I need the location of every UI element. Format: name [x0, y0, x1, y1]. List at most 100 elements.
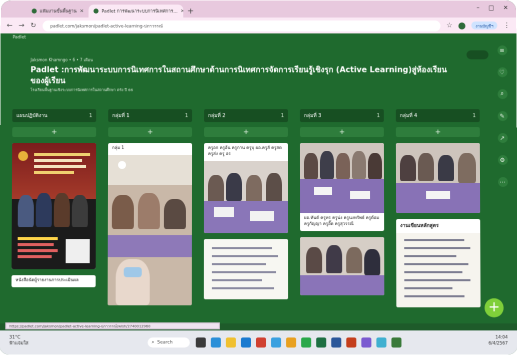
post-card[interactable] [396, 143, 480, 213]
browser-tab-strip: แฟ้มงานขั้นพื้นฐาน ✕ Padlet การพัฒนาระบบ… [1, 1, 516, 18]
post-card[interactable] [300, 237, 384, 295]
column-header[interactable]: กลุ่มที่ 2 1 [204, 109, 288, 122]
reload-icon[interactable]: ↻ [30, 21, 36, 29]
word-icon[interactable] [331, 337, 341, 347]
line-icon[interactable] [391, 337, 401, 347]
column-action-plan: แผนปฏิบัติงาน 1 + หนังสือนัดผู้รายงานการ… [11, 109, 96, 287]
office-icon[interactable] [256, 337, 266, 347]
post-photo [300, 143, 384, 213]
tab-close-icon[interactable]: ✕ [181, 8, 184, 14]
post-card[interactable]: หนังสือนัดผู้รายงานการประเมินผล [11, 275, 95, 287]
post-card[interactable] [204, 239, 288, 299]
add-post-fab[interactable]: + [485, 298, 504, 317]
post-card[interactable] [12, 143, 97, 269]
visitor-pill[interactable] [466, 50, 488, 59]
column-header[interactable]: แผนปฏิบัติงาน 1 [12, 109, 96, 122]
search-icon[interactable]: ⌕ [497, 89, 507, 99]
column-title: กลุ่มที่ 4 [400, 112, 417, 120]
add-post-button[interactable]: + [108, 127, 192, 137]
column-title: กลุ่มที่ 3 [304, 112, 321, 120]
more-icon[interactable]: ⋯ [498, 177, 508, 187]
add-post-button[interactable]: + [396, 127, 480, 137]
weather-widget[interactable]: 31°C ฟ้าแจ่มใส [9, 335, 28, 347]
column-title: กลุ่มที่ 1 [112, 112, 129, 120]
url-text: padlet.com/jaksmon/padlet-active-learnin… [50, 22, 163, 29]
bookmark-star-icon[interactable]: ☆ [446, 21, 452, 29]
gear-icon[interactable]: ⚙ [497, 155, 507, 165]
padlet-board: Padlet Jaksmon Khamngo • 6 • 7 เดือน Pad… [0, 33, 517, 323]
post-card[interactable]: กลุ่ม 1 [108, 143, 192, 305]
teams-icon[interactable] [361, 337, 371, 347]
taskbar-apps [196, 337, 402, 347]
column-post-count: 1 [377, 113, 380, 119]
add-post-button[interactable]: + [204, 127, 288, 137]
tab-close-icon[interactable]: ✕ [80, 8, 84, 14]
profile-pill[interactable]: งานบัญชีฯ [472, 21, 498, 29]
zoom-icon[interactable] [376, 337, 386, 347]
column-group-3: กลุ่มที่ 3 1 + ผอ.ทันต์ ครูทร ครูน่ง ครู… [300, 109, 384, 295]
browser-toolbar: ← → ↻ padlet.com/jaksmon/padlet-active-l… [1, 18, 517, 34]
chrome-icon[interactable] [301, 337, 311, 347]
search-label: Search [157, 340, 173, 345]
post-caption: งานเขียนหลักสูตร [396, 219, 480, 233]
edge-icon[interactable] [211, 337, 221, 347]
post-card[interactable]: ผอ.ทันต์ ครูทร ครูน่ง ครูนงทรัพย์ ครูต้อ… [300, 143, 384, 231]
poster-image [12, 143, 97, 269]
add-post-button[interactable]: + [300, 127, 384, 137]
post-card[interactable]: ครูอก ครูอ้น ครูกาน ครูบุ ผอ.ครูส์ ครูสด… [204, 143, 288, 233]
photos-icon[interactable] [286, 337, 296, 347]
browser-menu-icon[interactable]: ⋮ [503, 21, 510, 29]
add-post-button[interactable]: + [12, 127, 96, 137]
column-header[interactable]: กลุ่มที่ 4 1 [396, 109, 480, 122]
padlet-logo[interactable]: Padlet [13, 35, 26, 40]
tab-title: แฟ้มงานขั้นพื้นฐาน [40, 8, 77, 15]
excel-icon[interactable] [316, 337, 326, 347]
tab-title: Padlet การพัฒนาระบบการนิเทศการ... [101, 8, 177, 15]
column-header[interactable]: กลุ่มที่ 1 1 [108, 109, 192, 122]
column-group-2: กลุ่มที่ 2 1 + ครูอก ครูอ้น ครูกาน ครูบุ… [204, 109, 288, 299]
browser-tab-active[interactable]: Padlet การพัฒนาระบบการนิเทศการ... ✕ [89, 5, 184, 18]
back-icon[interactable]: ← [7, 21, 13, 29]
powerpoint-icon[interactable] [346, 337, 356, 347]
post-photo [396, 143, 480, 213]
minimize-button[interactable]: – [477, 5, 480, 12]
task-view-icon[interactable] [196, 337, 206, 347]
weather-desc: ฟ้าแจ่มใส [9, 341, 28, 347]
page-title: Padlet :การพัฒนาระบบการนิเทศการในสถานศึก… [30, 64, 449, 86]
right-sidebar: ≡ ♡ ⌕ ✎ ↗ ⚙ ⋯ [495, 45, 509, 275]
address-bar[interactable]: padlet.com/jaksmon/padlet-active-learnin… [42, 20, 440, 31]
close-window-button[interactable]: ✕ [503, 5, 508, 12]
column-group-4: กลุ่มที่ 4 1 + งานเขียนหลักสูตร [396, 109, 481, 307]
heart-icon[interactable]: ♡ [497, 67, 507, 77]
post-caption: ผอ.ทันต์ ครูทร ครูน่ง ครูนงทรัพย์ ครูต้อ… [300, 213, 384, 231]
handwritten-sheet-image [396, 233, 480, 307]
profile-avatar[interactable] [459, 22, 466, 29]
menu-icon[interactable]: ≡ [497, 45, 507, 55]
forward-icon[interactable]: → [19, 21, 25, 29]
comment-icon[interactable]: ✎ [497, 111, 507, 121]
mail-icon[interactable] [271, 337, 281, 347]
post-caption: ครูอก ครูอ้น ครูกาน ครูบุ ผอ.ครูส์ ครูสด… [204, 143, 288, 161]
window-controls: – □ ✕ [477, 5, 509, 12]
taskbar-search[interactable]: ⌕ Search [148, 337, 190, 347]
column-post-count: 1 [473, 113, 476, 119]
system-tray[interactable]: 14:04 6/4/2567 [488, 335, 507, 347]
windows-taskbar: 31°C ฟ้าแจ่มใส ⌕ Search 14:04 6/4/2567 [0, 330, 517, 354]
share-icon[interactable]: ↗ [497, 133, 507, 143]
search-icon: ⌕ [152, 339, 155, 345]
post-caption: กลุ่ม 1 [108, 143, 192, 155]
page-subtitle: โรงเรียนพื้นฐานเชิงระบบการนิเทศการในสถาน… [30, 87, 133, 93]
column-title: แผนปฏิบัติงาน [16, 112, 47, 120]
new-tab-button[interactable]: + [187, 5, 194, 18]
maximize-button[interactable]: □ [489, 5, 495, 12]
post-photo [108, 155, 192, 305]
column-header[interactable]: กลุ่มที่ 3 1 [300, 109, 384, 122]
post-card[interactable]: งานเขียนหลักสูตร [396, 219, 480, 307]
column-group-1: กลุ่มที่ 1 1 + กลุ่ม 1 [108, 109, 192, 305]
file-explorer-icon[interactable] [226, 337, 236, 347]
screenshot: แฟ้มงานขั้นพื้นฐาน ✕ Padlet การพัฒนาระบบ… [0, 1, 517, 355]
browser-tab[interactable]: แฟ้มงานขั้นพื้นฐาน ✕ [27, 5, 89, 18]
column-title: กลุ่มที่ 2 [208, 112, 225, 120]
post-photo [300, 237, 384, 295]
store-icon[interactable] [241, 337, 251, 347]
